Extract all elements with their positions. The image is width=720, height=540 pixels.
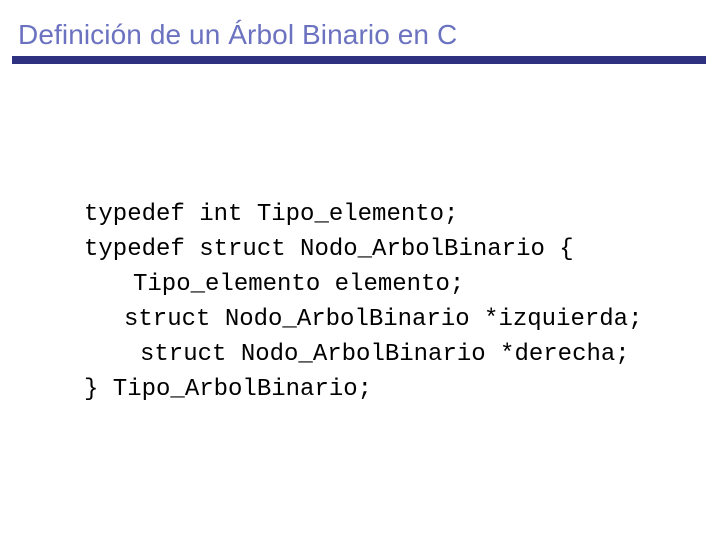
code-line: typedef struct Nodo_ArbolBinario { bbox=[84, 236, 574, 263]
code-line: typedef int Tipo_elemento; bbox=[84, 201, 459, 228]
code-line: struct Nodo_ArbolBinario *izquierda; bbox=[124, 306, 643, 333]
slide-title-block: Definición de un Árbol Binario en C bbox=[0, 0, 720, 66]
code-line: Tipo_elemento elemento; bbox=[133, 271, 465, 298]
slide-canvas: Definición de un Árbol Binario en C type… bbox=[0, 0, 720, 540]
code-block: typedef int Tipo_elemento;typedef struct… bbox=[0, 92, 720, 407]
code-line: } Tipo_ArbolBinario; bbox=[84, 376, 373, 403]
title-divider-rule bbox=[12, 56, 706, 64]
page-title: Definición de un Árbol Binario en C bbox=[18, 19, 458, 50]
code-line: struct Nodo_ArbolBinario *derecha; bbox=[140, 341, 630, 368]
